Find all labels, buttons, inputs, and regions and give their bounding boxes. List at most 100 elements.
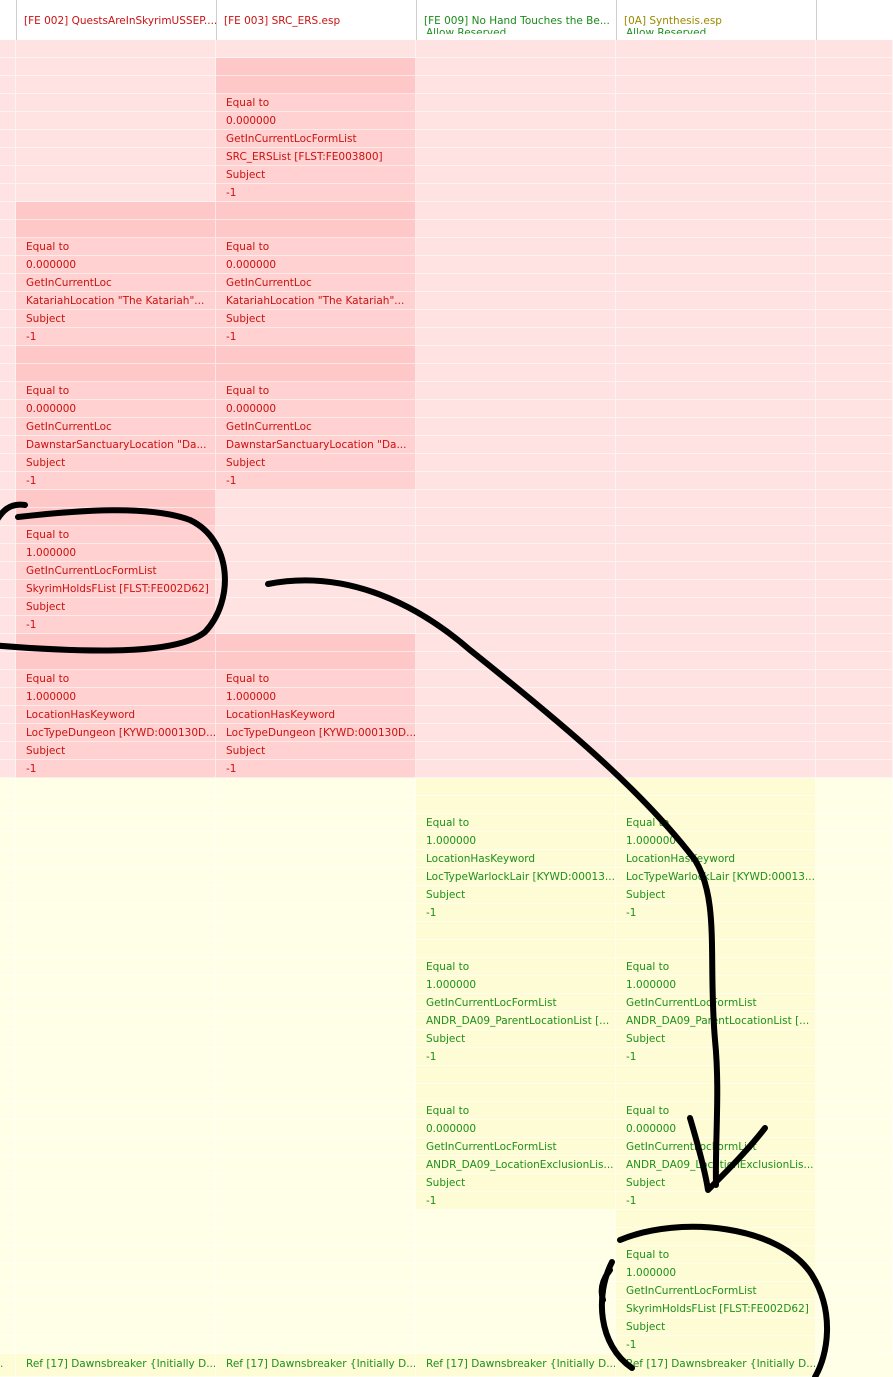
condition-cell[interactable] [416,508,616,526]
condition-row[interactable]: 1.000000 [0,1264,893,1282]
condition-cell[interactable] [816,238,893,256]
condition-row[interactable]: -1 [0,1336,893,1354]
condition-row[interactable]: Subject Subject [0,454,893,472]
condition-cell[interactable] [0,1066,16,1084]
column-header-fe002[interactable]: [FE 002] QuestsAreInSkyrimUSSEP.... [16,0,216,40]
condition-cell[interactable]: -1 [16,616,216,634]
condition-cell[interactable] [416,760,616,778]
condition-cell[interactable] [816,1066,893,1084]
condition-cell[interactable] [216,490,416,508]
condition-row[interactable]: 1.000000 [0,544,893,562]
condition-cell[interactable]: GetInCurrentLocFormList [216,130,416,148]
condition-row[interactable] [0,940,893,958]
condition-cell[interactable] [16,850,216,868]
condition-cell[interactable] [616,418,816,436]
condition-cell[interactable] [816,382,893,400]
condition-cell[interactable] [0,1300,16,1318]
condition-cell[interactable]: Subject [616,1318,816,1336]
condition-cell[interactable] [816,634,893,652]
condition-cell[interactable] [616,292,816,310]
condition-cell[interactable] [216,1066,416,1084]
condition-cell[interactable] [616,580,816,598]
condition-row[interactable] [0,58,893,76]
condition-cell[interactable]: 0.000000 [216,112,416,130]
condition-cell[interactable] [616,256,816,274]
condition-cell[interactable] [216,796,416,814]
condition-cell[interactable] [416,112,616,130]
condition-row[interactable]: Equal to Equal to [0,382,893,400]
condition-cell[interactable] [0,886,16,904]
condition-cell[interactable] [816,1102,893,1120]
condition-cell[interactable] [816,850,893,868]
condition-cell[interactable] [816,742,893,760]
condition-cell[interactable]: -1 [16,472,216,490]
condition-cell[interactable]: -1 [16,760,216,778]
condition-cell[interactable] [16,1282,216,1300]
condition-cell[interactable] [16,112,216,130]
condition-cell[interactable] [616,724,816,742]
condition-cell[interactable] [616,76,816,94]
condition-cell[interactable]: Subject [16,310,216,328]
condition-cell[interactable] [616,526,816,544]
condition-cell[interactable] [0,220,16,238]
condition-cell[interactable] [0,1120,16,1138]
condition-cell[interactable]: LocationHasKeyword [616,850,816,868]
condition-cell[interactable]: 1.000000 [416,832,616,850]
condition-row[interactable]: -1 -1 [0,1192,893,1210]
condition-cell[interactable]: -1 [416,904,616,922]
condition-cell[interactable]: Equal to [416,814,616,832]
condition-cell[interactable] [16,1120,216,1138]
condition-cell[interactable] [416,418,616,436]
condition-cell[interactable] [216,1210,416,1228]
condition-cell[interactable] [16,1318,216,1336]
condition-cell[interactable] [416,1228,616,1246]
condition-cell[interactable] [216,202,416,220]
condition-row[interactable] [0,220,893,238]
condition-cell[interactable] [416,166,616,184]
condition-cell[interactable]: 1.000000 [16,688,216,706]
condition-cell[interactable] [416,292,616,310]
condition-cell[interactable] [416,1318,616,1336]
condition-cell[interactable] [616,166,816,184]
condition-cell[interactable] [616,184,816,202]
condition-cell[interactable] [616,40,816,58]
condition-cell[interactable] [416,490,616,508]
condition-cell[interactable] [816,796,893,814]
condition-cell[interactable]: GetInCurrentLoc [16,418,216,436]
condition-row[interactable] [0,1066,893,1084]
condition-cell[interactable] [816,706,893,724]
condition-cell[interactable] [0,1102,16,1120]
condition-row[interactable]: Subject Subject [0,1030,893,1048]
condition-cell[interactable] [216,850,416,868]
condition-cell[interactable] [616,652,816,670]
condition-cell[interactable] [0,1048,16,1066]
condition-row[interactable]: Subject Subject [0,886,893,904]
condition-cell[interactable]: Subject [16,598,216,616]
condition-cell[interactable]: -1 [616,1048,816,1066]
condition-cell[interactable] [416,238,616,256]
condition-cell[interactable] [0,76,16,94]
condition-cell[interactable] [816,1336,893,1354]
condition-cell[interactable] [16,130,216,148]
condition-cell[interactable] [616,796,816,814]
condition-cell[interactable]: Subject [616,1174,816,1192]
condition-cell[interactable] [816,1264,893,1282]
condition-cell[interactable] [0,292,16,310]
condition-cell[interactable] [416,436,616,454]
condition-row[interactable]: GetInCurrentLocFormList GetInCurrentLocFo… [0,1138,893,1156]
condition-cell[interactable] [16,1174,216,1192]
condition-row[interactable] [0,364,893,382]
condition-cell[interactable] [16,1138,216,1156]
condition-cell[interactable] [816,94,893,112]
condition-row[interactable] [0,634,893,652]
condition-row[interactable] [0,1084,893,1102]
condition-cell[interactable] [416,130,616,148]
condition-cell[interactable] [416,670,616,688]
condition-cell[interactable] [0,634,16,652]
condition-cell[interactable] [16,976,216,994]
condition-cell[interactable] [816,940,893,958]
condition-cell[interactable] [816,1030,893,1048]
condition-row[interactable]: 0.000000 0.000000 [0,256,893,274]
condition-cell[interactable] [416,94,616,112]
condition-cell[interactable] [216,1336,416,1354]
